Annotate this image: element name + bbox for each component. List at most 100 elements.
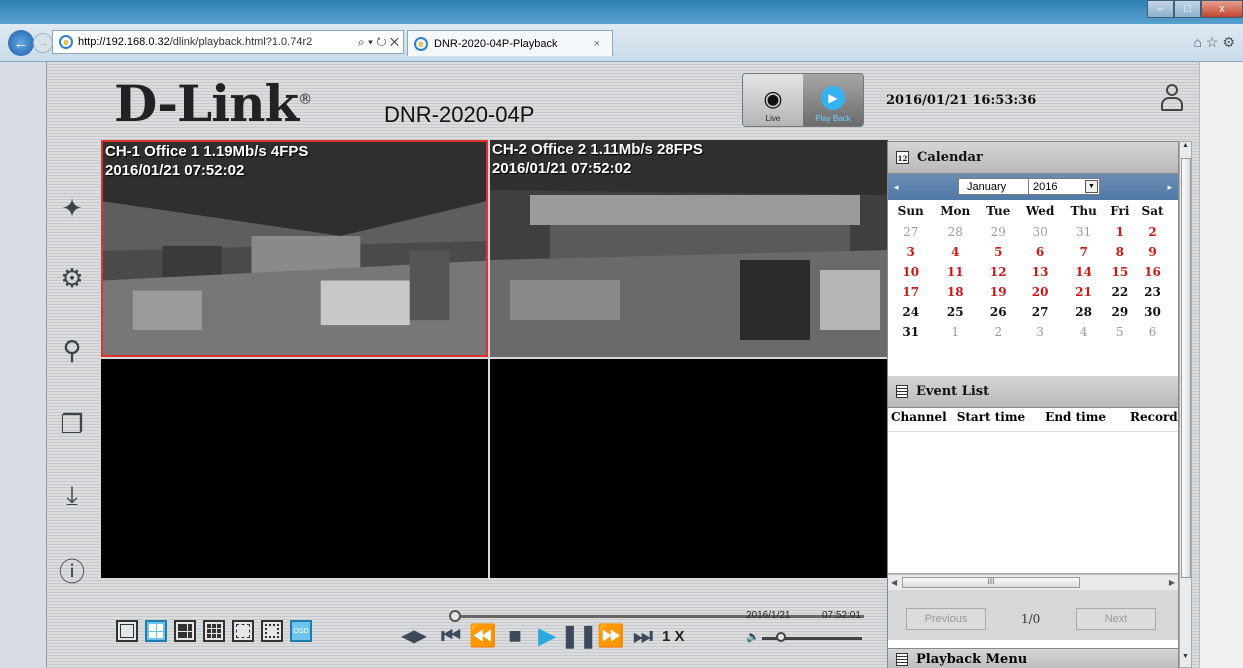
calendar-day[interactable]: 4: [931, 242, 979, 262]
calendar-day[interactable]: 28: [1063, 302, 1105, 322]
browser-tab[interactable]: e DNR-2020-04P-Playback ×: [407, 30, 613, 56]
scroll-right-icon[interactable]: ▶: [1169, 578, 1175, 587]
right-panel-scrollbar[interactable]: ▲ ▼: [1179, 141, 1192, 668]
digital-zoom-icon[interactable]: [232, 620, 254, 642]
layout-6-button[interactable]: [174, 620, 196, 642]
calendar-day[interactable]: 16: [1135, 262, 1170, 282]
settings-gear-icon[interactable]: ⚙: [54, 260, 90, 296]
calendar-day[interactable]: 22: [1105, 282, 1135, 302]
volume-knob[interactable]: [776, 632, 786, 642]
forward-button[interactable]: →: [33, 33, 53, 53]
minimize-button[interactable]: –: [1147, 0, 1174, 18]
seek-bar[interactable]: [454, 615, 864, 618]
calendar-day[interactable]: 9: [1135, 242, 1170, 262]
event-list-body[interactable]: [888, 432, 1178, 574]
live-button[interactable]: ◉ Live: [743, 74, 803, 126]
calendar-day[interactable]: 6: [1017, 242, 1062, 262]
calendar-day[interactable]: 4: [1063, 322, 1105, 342]
calendar-day[interactable]: 3: [890, 242, 931, 262]
osd-toggle-icon[interactable]: OSD: [290, 620, 312, 642]
address-bar[interactable]: e http://192.168.0.32/dlink/playback.htm…: [52, 30, 404, 54]
close-window-button[interactable]: x: [1201, 0, 1243, 18]
address-controls[interactable]: ⌕ ▾ ↻ ✕: [358, 35, 403, 50]
speed-label[interactable]: 1 X: [662, 628, 685, 645]
rewind-icon[interactable]: ⏪: [469, 623, 496, 649]
col-record-type[interactable]: Record ty: [1130, 410, 1178, 431]
calendar-day[interactable]: 29: [1105, 302, 1135, 322]
toolbar-icons[interactable]: ⌂☆⚙: [1193, 34, 1239, 51]
calendar-day[interactable]: 29: [979, 222, 1017, 242]
play-icon[interactable]: ▶: [534, 623, 560, 649]
calendar-day[interactable]: 1: [1105, 222, 1135, 242]
seek-knob[interactable]: [449, 610, 461, 622]
calendar-day[interactable]: 6: [1135, 322, 1170, 342]
calendar-day[interactable]: 15: [1105, 262, 1135, 282]
horizontal-scrollbar[interactable]: ◀ III ▶: [888, 574, 1178, 590]
scroll-left-icon[interactable]: ◀: [891, 578, 897, 587]
wizard-icon[interactable]: ✦: [54, 190, 90, 226]
scroll-thumb[interactable]: III: [902, 577, 1080, 588]
calendar-day[interactable]: 27: [890, 222, 931, 242]
previous-button[interactable]: Previous: [906, 608, 986, 630]
calendar-day[interactable]: 25: [931, 302, 979, 322]
calendar-day[interactable]: 21: [1063, 282, 1105, 302]
calendar-day[interactable]: 2: [1135, 222, 1170, 242]
camera-view-ch2[interactable]: CH-2 Office 2 1.11Mb/s 28FPS 2016/01/21 …: [490, 140, 888, 357]
layout-4-button[interactable]: [145, 620, 167, 642]
calendar-day[interactable]: 5: [979, 242, 1017, 262]
camera-view-ch4[interactable]: [490, 359, 888, 578]
calendar-day[interactable]: 27: [1017, 302, 1062, 322]
calendar-day[interactable]: 3: [1017, 322, 1062, 342]
scroll-down-icon[interactable]: ▼: [1180, 653, 1191, 667]
download-icon[interactable]: ⤓: [54, 478, 90, 514]
frame-step-icon[interactable]: ◀▶: [396, 623, 432, 649]
calendar-day[interactable]: 17: [890, 282, 931, 302]
calendar-day[interactable]: 20: [1017, 282, 1062, 302]
playback-menu-header[interactable]: Playback Menu: [888, 648, 1178, 668]
volume-control[interactable]: 🔈: [746, 628, 864, 648]
calendar-day[interactable]: 23: [1135, 282, 1170, 302]
tab-close-icon[interactable]: ×: [594, 38, 600, 50]
calendar-day[interactable]: 12: [979, 262, 1017, 282]
calendar-day[interactable]: 30: [1135, 302, 1170, 322]
col-end-time[interactable]: End time: [1045, 410, 1106, 431]
calendar-day[interactable]: 13: [1017, 262, 1062, 282]
layout-9-button[interactable]: [203, 620, 225, 642]
camera-view-ch1[interactable]: CH-1 Office 1 1.19Mb/s 4FPS 2016/01/21 0…: [101, 140, 488, 357]
calendar-day[interactable]: 18: [931, 282, 979, 302]
col-channel[interactable]: Channel: [891, 410, 947, 431]
calendar-day[interactable]: 10: [890, 262, 931, 282]
calendar-day[interactable]: 30: [1017, 222, 1062, 242]
back-button[interactable]: ←: [8, 30, 34, 56]
search-icon[interactable]: ⚲: [54, 332, 90, 368]
fast-forward-icon[interactable]: ⏩: [597, 623, 624, 649]
calendar-day[interactable]: 31: [890, 322, 931, 342]
playback-layers-icon[interactable]: ❐: [54, 406, 90, 442]
calendar-day[interactable]: 8: [1105, 242, 1135, 262]
skip-start-icon[interactable]: ⏮: [438, 623, 464, 649]
calendar-day[interactable]: 7: [1063, 242, 1105, 262]
scroll-up-icon[interactable]: ▲: [1180, 142, 1191, 156]
calendar-day[interactable]: 5: [1105, 322, 1135, 342]
calendar-day[interactable]: 19: [979, 282, 1017, 302]
vscroll-thumb[interactable]: [1181, 158, 1191, 578]
layout-1-button[interactable]: [116, 620, 138, 642]
stop-icon[interactable]: ■: [502, 623, 528, 649]
user-icon[interactable]: [1160, 84, 1184, 114]
skip-end-icon[interactable]: ⏭: [630, 623, 656, 649]
calendar-day[interactable]: 28: [931, 222, 979, 242]
calendar-day[interactable]: 1: [931, 322, 979, 342]
fullscreen-icon[interactable]: [261, 620, 283, 642]
calendar-day[interactable]: 11: [931, 262, 979, 282]
help-icon[interactable]: ⓘ: [54, 552, 90, 588]
prev-month-icon[interactable]: ◂: [894, 182, 899, 193]
year-select[interactable]: 2016 ▼: [1028, 178, 1100, 195]
next-button[interactable]: Next: [1076, 608, 1156, 630]
col-start-time[interactable]: Start time: [957, 410, 1025, 431]
pause-icon[interactable]: ❚❚: [561, 623, 598, 649]
calendar-day[interactable]: 2: [979, 322, 1017, 342]
calendar-day[interactable]: 24: [890, 302, 931, 322]
playback-button[interactable]: ▶ Play Back: [803, 74, 863, 126]
calendar-day[interactable]: 14: [1063, 262, 1105, 282]
next-month-icon[interactable]: ▸: [1167, 182, 1172, 193]
